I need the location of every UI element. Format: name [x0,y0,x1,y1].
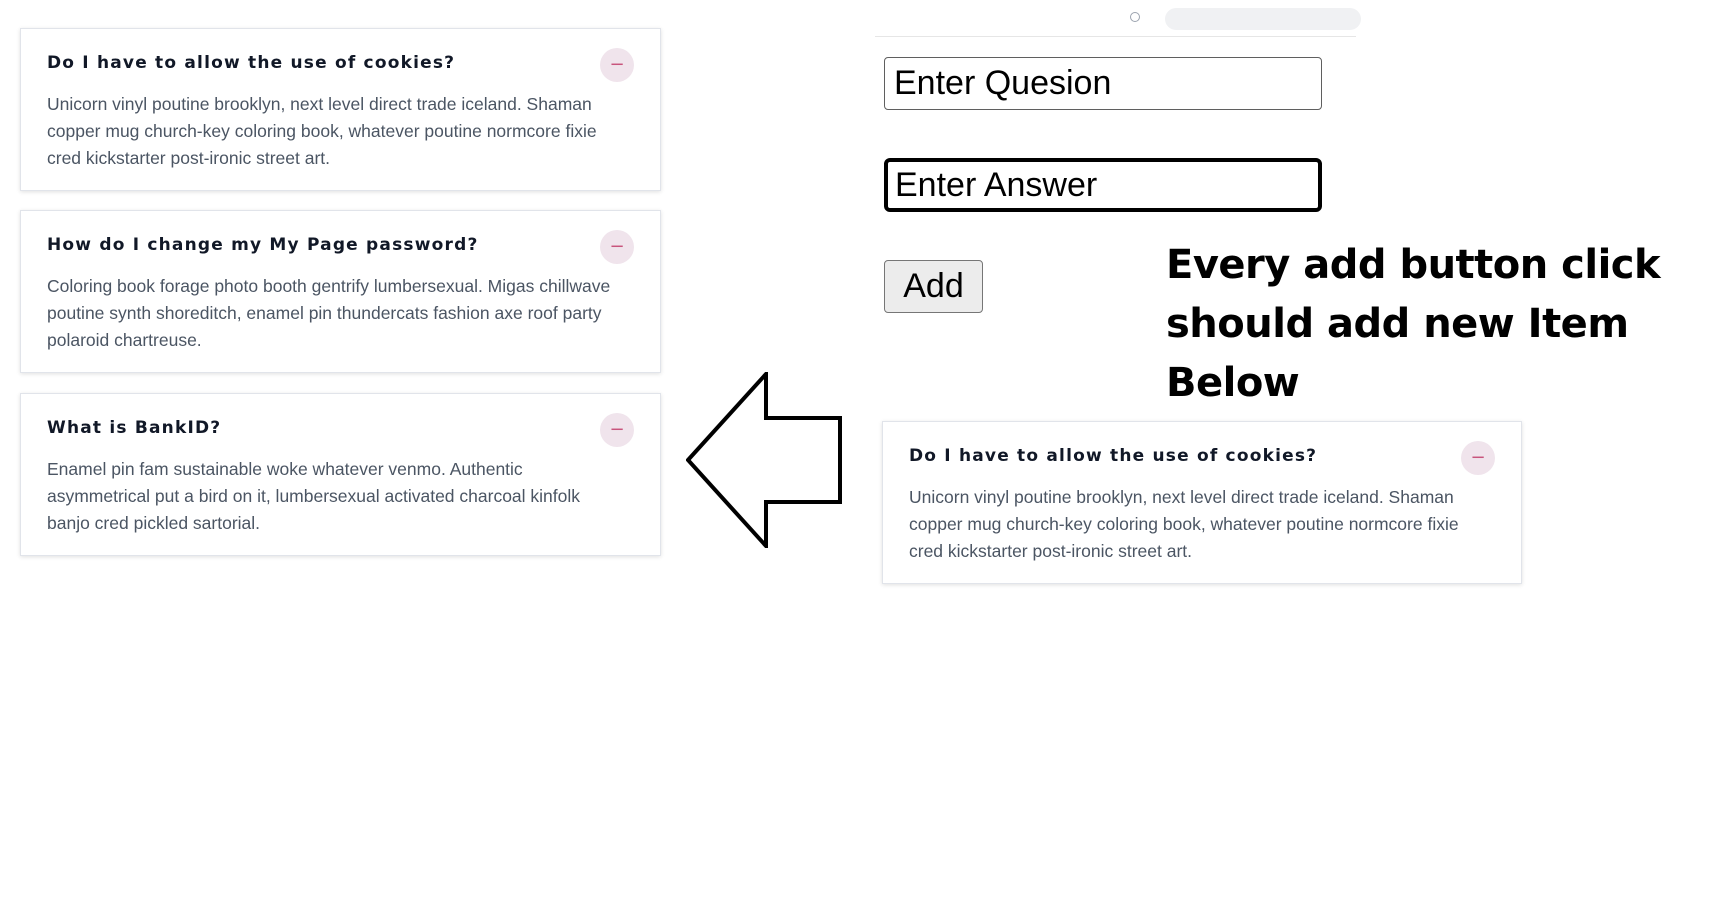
minus-icon: − [609,419,625,440]
faq-question: What is BankID? [47,418,222,438]
answer-input[interactable] [884,158,1322,212]
address-bar[interactable] [1165,8,1361,30]
screenshot-canvas: Do I have to allow the use of cookies? −… [0,0,1728,903]
faq-answer: Unicorn vinyl poutine brooklyn, next lev… [47,94,597,168]
minus-icon: − [609,236,625,257]
instruction-line: should add new Item [1166,301,1629,347]
faq-answer: Enamel pin fam sustainable woke whatever… [47,459,581,533]
faq-answer: Unicorn vinyl poutine brooklyn, next lev… [909,487,1459,561]
faq-question: Do I have to allow the use of cookies? [909,446,1318,466]
instruction-line: Every add button click [1166,242,1661,288]
faq-question: Do I have to allow the use of cookies? [47,53,456,73]
add-button[interactable]: Add [884,260,983,313]
collapse-toggle-button[interactable]: − [600,413,634,447]
instruction-annotation: Every add button click should add new It… [1166,236,1666,413]
faq-item: What is BankID? − Enamel pin fam sustain… [20,393,661,556]
browser-toolbar-strip [875,0,1361,37]
instruction-line: Below [1166,360,1300,406]
minus-icon: − [609,54,625,75]
faq-item: Do I have to allow the use of cookies? −… [20,28,661,191]
collapse-toggle-button[interactable]: − [600,48,634,82]
faq-question: How do I change my My Page password? [47,235,479,255]
faq-item: How do I change my My Page password? − C… [20,210,661,373]
left-arrow-icon [686,372,842,548]
collapse-toggle-button[interactable]: − [600,230,634,264]
faq-answer: Coloring book forage photo booth gentrif… [47,276,611,350]
collapse-toggle-button[interactable]: − [1461,441,1495,475]
minus-icon: − [1470,447,1486,468]
faq-item-preview: Do I have to allow the use of cookies? −… [882,421,1522,584]
reload-icon [1130,12,1140,22]
question-input[interactable] [884,57,1322,110]
